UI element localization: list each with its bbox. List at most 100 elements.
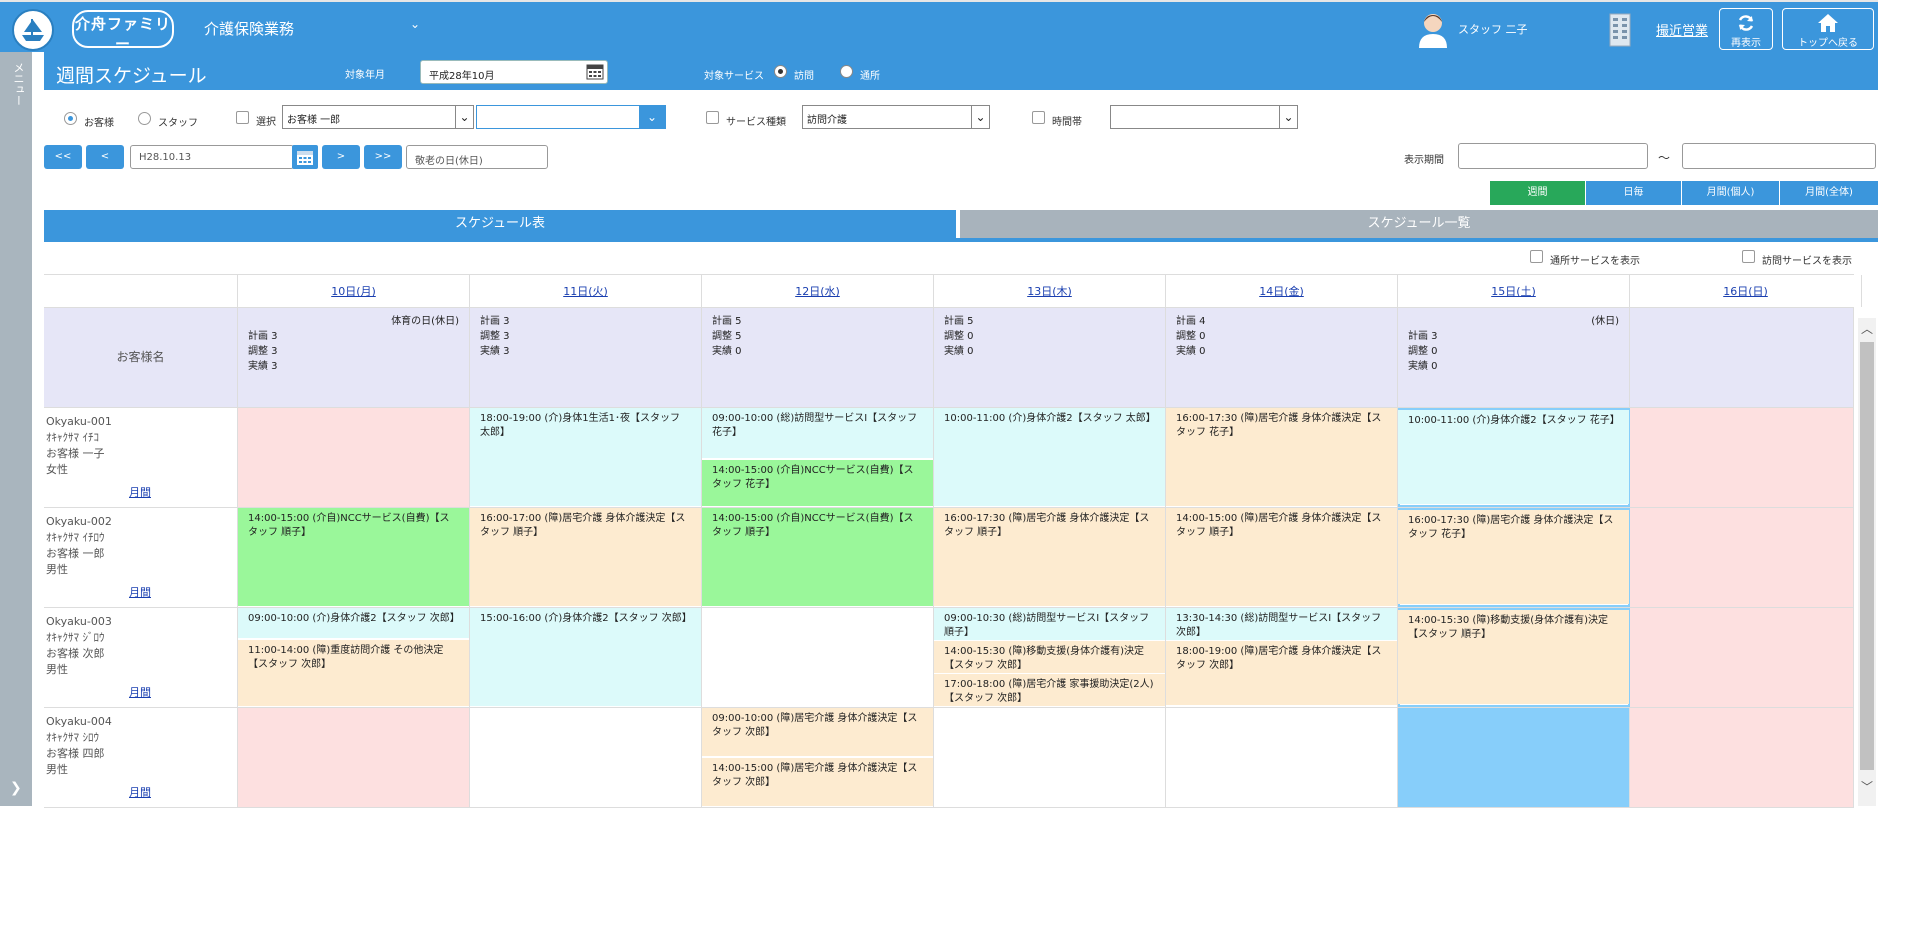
schedule-event[interactable]: 14:00-15:00 (障)居宅介護 身体介護決定【スタッフ 次郎】 (702, 758, 933, 806)
schedule-event[interactable]: 14:00-15:30 (障)移動支援(身体介護有)決定【スタッフ 順子】 (1398, 610, 1629, 704)
schedule-cell[interactable]: 13:30-14:30 (総)訪問型サービスⅠ【スタッフ 次郎】 18:00-1… (1166, 608, 1398, 707)
service-radio-daycare[interactable] (840, 65, 853, 78)
schedule-event[interactable]: 10:00-11:00 (介)身体介護2【スタッフ 花子】 (1398, 410, 1629, 504)
prev-week-fast-button[interactable]: << (44, 145, 82, 169)
schedule-cell[interactable] (238, 408, 470, 507)
day-header[interactable]: 12日(水) (702, 275, 934, 307)
schedule-event[interactable]: 10:00-11:00 (介)身体介護2【スタッフ 太郎】 (934, 408, 1165, 506)
schedule-cell[interactable]: 10:00-11:00 (介)身体介護2【スタッフ 太郎】 (934, 408, 1166, 507)
monthly-link[interactable]: 月間 (129, 485, 151, 501)
schedule-event[interactable]: 09:00-10:00 (障)居宅介護 身体介護決定【スタッフ 次郎】 (702, 708, 933, 756)
day-header[interactable]: 11日(火) (470, 275, 702, 307)
show-daycare-checkbox[interactable] (1530, 250, 1543, 263)
service-radio-visit[interactable] (774, 65, 787, 78)
schedule-cell[interactable]: 09:00-10:00 (介)身体介護2【スタッフ 次郎】 11:00-14:0… (238, 608, 470, 707)
schedule-event[interactable]: 09:00-10:30 (総)訪問型サービスⅠ【スタッフ 順子】 (934, 608, 1165, 640)
side-menu[interactable]: メニュー ❯ (0, 52, 32, 806)
chevron-right-icon[interactable]: ❯ (10, 780, 22, 796)
schedule-event[interactable]: 18:00-19:00 (介)身体1生活1･夜【スタッフ 太郎】 (470, 408, 701, 506)
tab-schedule-list[interactable]: スケジュール一覧 (960, 210, 1878, 238)
target-month-input[interactable]: 平成28年10月 (420, 60, 608, 84)
chevron-up-icon[interactable]: ︿ (1861, 320, 1873, 337)
schedule-event[interactable]: 14:00-15:00 (介自)NCCサービス(自費)【スタッフ 順子】 (238, 508, 469, 606)
chevron-down-icon[interactable]: ⌄ (410, 17, 420, 31)
customer-sub-select[interactable]: ⌄ (476, 105, 666, 129)
schedule-cell[interactable]: 09:00-10:00 (障)居宅介護 身体介護決定【スタッフ 次郎】 14:0… (702, 708, 934, 807)
service-type-checkbox[interactable] (706, 111, 719, 124)
schedule-event[interactable]: 17:00-18:00 (障)居宅介護 家事援助決定(2人)【スタッフ 次郎】 (934, 674, 1165, 706)
schedule-event[interactable]: 18:00-19:00 (障)居宅介護 身体介護決定【スタッフ 次郎】 (1166, 641, 1397, 705)
schedule-cell[interactable] (1630, 608, 1854, 707)
chevron-down-icon[interactable]: ﹀ (1861, 778, 1873, 795)
refresh-button[interactable]: 再表示 (1719, 8, 1773, 50)
schedule-event[interactable]: 11:00-14:00 (障)重度訪問介護 その他決定【スタッフ 次郎】 (238, 640, 469, 706)
schedule-cell[interactable]: 14:00-15:00 (介自)NCCサービス(自費)【スタッフ 順子】 (702, 508, 934, 607)
schedule-cell[interactable] (1630, 708, 1854, 807)
period-daily-button[interactable]: 日毎 (1586, 181, 1682, 205)
schedule-cell[interactable] (934, 708, 1166, 807)
schedule-event[interactable]: 16:00-17:30 (障)居宅介護 身体介護決定【スタッフ 順子】 (934, 508, 1165, 606)
schedule-event[interactable]: 14:00-15:30 (障)移動支援(身体介護有)決定【スタッフ 次郎】 (934, 641, 1165, 673)
tab-schedule-table[interactable]: スケジュール表 (44, 210, 956, 238)
schedule-cell[interactable]: 16:00-17:30 (障)居宅介護 身体介護決定【スタッフ 花子】 (1398, 508, 1630, 607)
schedule-event[interactable]: 16:00-17:30 (障)居宅介護 身体介護決定【スタッフ 花子】 (1398, 510, 1629, 604)
period-monthly-all-button[interactable]: 月間(全体) (1780, 181, 1878, 205)
schedule-event[interactable]: 09:00-10:00 (総)訪問型サービスⅠ【スタッフ 花子】 (702, 408, 933, 458)
schedule-event[interactable]: 14:00-15:00 (障)居宅介護 身体介護決定【スタッフ 順子】 (1166, 508, 1397, 606)
schedule-cell[interactable]: 09:00-10:30 (総)訪問型サービスⅠ【スタッフ 順子】 14:00-1… (934, 608, 1166, 707)
target-radio-staff[interactable] (138, 112, 151, 125)
monthly-link[interactable]: 月間 (129, 785, 151, 801)
service-type-select[interactable]: 訪問介護 ⌄ (802, 105, 990, 129)
period-monthly-personal-button[interactable]: 月間(個人) (1682, 181, 1780, 205)
show-visit-checkbox[interactable] (1742, 250, 1755, 263)
schedule-cell[interactable] (470, 708, 702, 807)
scrollbar-thumb[interactable] (1860, 342, 1874, 770)
day-header[interactable]: 14日(金) (1166, 275, 1398, 307)
schedule-cell[interactable]: 16:00-17:30 (障)居宅介護 身体介護決定【スタッフ 順子】 (934, 508, 1166, 607)
monthly-link[interactable]: 月間 (129, 585, 151, 601)
day-header[interactable]: 16日(日) (1630, 275, 1862, 307)
app-title[interactable]: 介護保険業務 (204, 18, 294, 39)
next-week-fast-button[interactable]: >> (364, 145, 402, 169)
day-header[interactable]: 15日(土) (1398, 275, 1630, 307)
select-checkbox[interactable] (236, 111, 249, 124)
schedule-event[interactable]: 16:00-17:30 (障)居宅介護 身体介護決定【スタッフ 花子】 (1166, 408, 1397, 506)
display-period-end-input[interactable] (1682, 143, 1876, 169)
day-header[interactable]: 10日(月) (238, 275, 470, 307)
day-header[interactable]: 13日(木) (934, 275, 1166, 307)
schedule-event[interactable]: 16:00-17:00 (障)居宅介護 身体介護決定【スタッフ 順子】 (470, 508, 701, 606)
schedule-cell[interactable] (1630, 408, 1854, 507)
schedule-cell[interactable]: 14:00-15:00 (介自)NCCサービス(自費)【スタッフ 順子】 (238, 508, 470, 607)
date-calendar-button[interactable] (292, 145, 318, 169)
back-to-top-button[interactable]: トップへ戻る (1782, 8, 1874, 50)
schedule-cell[interactable] (702, 608, 934, 707)
schedule-cell[interactable] (1398, 708, 1630, 807)
schedule-cell[interactable]: 18:00-19:00 (介)身体1生活1･夜【スタッフ 太郎】 (470, 408, 702, 507)
prev-day-button[interactable]: < (86, 145, 124, 169)
schedule-event[interactable]: 14:00-15:00 (介自)NCCサービス(自費)【スタッフ 花子】 (702, 460, 933, 506)
next-day-button[interactable]: > (322, 145, 360, 169)
monthly-link[interactable]: 月間 (129, 685, 151, 701)
vertical-scrollbar[interactable]: ︿ ﹀ (1858, 318, 1876, 806)
office-link[interactable]: 撮近営業 (1656, 20, 1708, 39)
calendar-icon[interactable] (586, 62, 604, 80)
period-weekly-button[interactable]: 週間 (1490, 181, 1586, 205)
schedule-cell[interactable]: 15:00-16:00 (介)身体介護2【スタッフ 次郎】 (470, 608, 702, 707)
schedule-event[interactable]: 13:30-14:30 (総)訪問型サービスⅠ【スタッフ 次郎】 (1166, 608, 1397, 640)
schedule-event[interactable]: 15:00-16:00 (介)身体介護2【スタッフ 次郎】 (470, 608, 701, 706)
target-radio-customer[interactable] (64, 112, 77, 125)
schedule-cell[interactable] (1630, 508, 1854, 607)
schedule-cell[interactable]: 14:00-15:30 (障)移動支援(身体介護有)決定【スタッフ 順子】 (1398, 608, 1630, 707)
schedule-cell[interactable]: 16:00-17:30 (障)居宅介護 身体介護決定【スタッフ 花子】 (1166, 408, 1398, 507)
schedule-event[interactable]: 14:00-15:00 (介自)NCCサービス(自費)【スタッフ 順子】 (702, 508, 933, 606)
schedule-cell[interactable] (238, 708, 470, 807)
schedule-cell[interactable] (1166, 708, 1398, 807)
display-period-start-input[interactable] (1458, 143, 1648, 169)
time-band-select[interactable]: ⌄ (1110, 105, 1298, 129)
schedule-event[interactable]: 09:00-10:00 (介)身体介護2【スタッフ 次郎】 (238, 608, 469, 638)
schedule-cell[interactable]: 09:00-10:00 (総)訪問型サービスⅠ【スタッフ 花子】 14:00-1… (702, 408, 934, 507)
schedule-cell[interactable]: 14:00-15:00 (障)居宅介護 身体介護決定【スタッフ 順子】 (1166, 508, 1398, 607)
customer-select[interactable]: お客様 一郎 ⌄ (282, 105, 474, 129)
schedule-cell[interactable]: 16:00-17:00 (障)居宅介護 身体介護決定【スタッフ 順子】 (470, 508, 702, 607)
schedule-cell[interactable]: 10:00-11:00 (介)身体介護2【スタッフ 花子】 (1398, 408, 1630, 507)
